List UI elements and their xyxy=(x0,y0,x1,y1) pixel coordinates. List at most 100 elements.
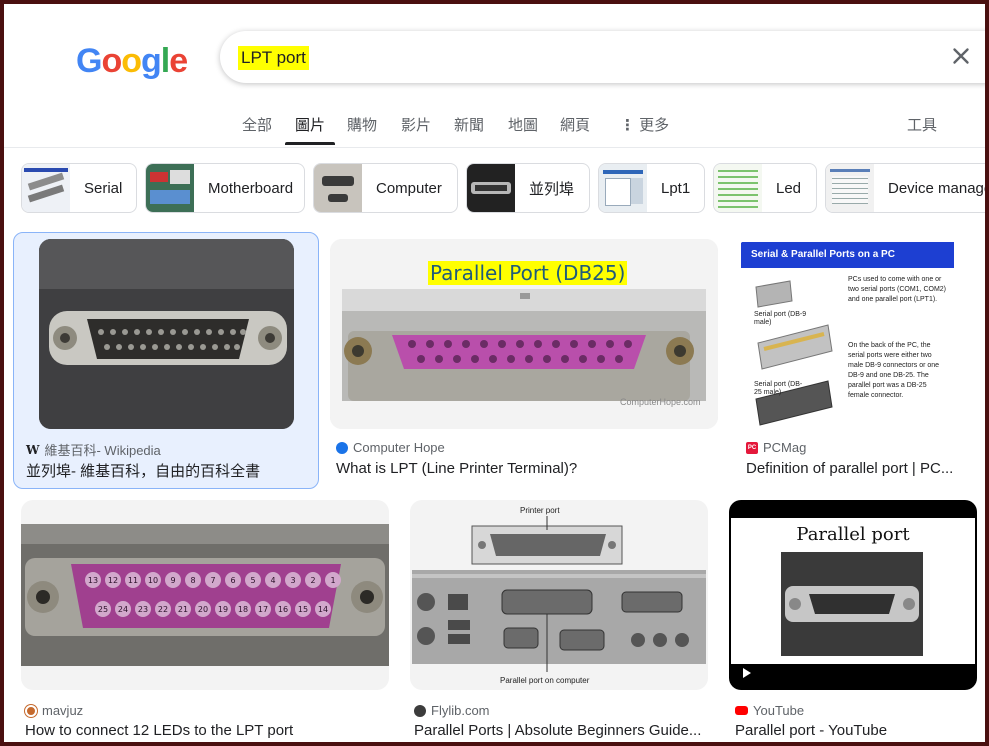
result-source-name: PCMag xyxy=(763,440,807,455)
result-card-flylib[interactable]: Printer port Parallel port on computer F… xyxy=(410,500,710,740)
search-input[interactable]: LPT port xyxy=(238,46,309,70)
chip-thumbnail xyxy=(714,164,762,212)
tab-news[interactable]: 新聞 xyxy=(454,114,484,135)
tab-images[interactable]: 圖片 xyxy=(284,114,336,145)
result-title[interactable]: Definition of parallel port | PC... xyxy=(746,460,958,477)
image-body-text: PCs used to come with one or two serial … xyxy=(848,276,947,303)
chip-thumbnail xyxy=(826,164,874,212)
logo-letter: o xyxy=(121,42,142,80)
mavjuz-icon xyxy=(25,704,37,717)
logo-letter: g xyxy=(141,42,162,80)
result-title[interactable]: Parallel port - YouTube xyxy=(735,722,975,739)
pin-label: 7 xyxy=(210,576,215,585)
pin-label: 4 xyxy=(270,576,275,585)
chip-label: Serial xyxy=(84,179,123,197)
pin-label: 24 xyxy=(118,605,128,614)
chip-thumbnail xyxy=(467,164,515,212)
chip-motherboard[interactable]: Motherboard xyxy=(145,163,305,213)
result-source-name: YouTube xyxy=(753,703,805,718)
result-card-computerhope[interactable]: Parallel Port (DB25) ComputerHope.com Co… xyxy=(330,239,720,479)
chip-device-manager[interactable]: Device manager xyxy=(825,163,985,213)
result-source: W 維基百科- Wikipedia xyxy=(26,440,161,459)
chip-serial[interactable]: Serial xyxy=(21,163,137,213)
logo-letter: o xyxy=(101,42,122,80)
pin-label: 10 xyxy=(148,576,158,585)
pin-label: 22 xyxy=(158,605,168,614)
tab-all[interactable]: 全部 xyxy=(242,114,272,135)
result-source-name: 維基百科- Wikipedia xyxy=(44,443,161,458)
chip-thumbnail xyxy=(314,164,362,212)
image-label-serial-db25: Serial port (DB-25 male) xyxy=(754,381,803,396)
result-image[interactable]: Parallel port xyxy=(729,500,977,690)
chip-computer[interactable]: Computer xyxy=(313,163,458,213)
result-source: YouTube xyxy=(735,703,804,718)
pin-label: 11 xyxy=(128,576,138,585)
result-image[interactable]: Serial & Parallel Ports on a PC Serial p… xyxy=(738,239,960,429)
result-source-name: Computer Hope xyxy=(353,440,445,455)
result-title[interactable]: 並列埠- 維基百科，自由的百科全書 xyxy=(26,460,311,481)
pin-label: 18 xyxy=(238,605,248,614)
result-image[interactable] xyxy=(39,239,294,429)
result-source-name: mavjuz xyxy=(42,703,84,718)
result-card-pcmag[interactable]: Serial & Parallel Ports on a PC Serial p… xyxy=(738,239,968,479)
result-source: Computer Hope xyxy=(336,440,445,455)
tab-videos[interactable]: 影片 xyxy=(401,114,431,135)
image-label-serial-db9: Serial port (DB-9 male) xyxy=(754,311,807,326)
result-card-youtube[interactable]: Parallel port YouTube Parallel port - Yo… xyxy=(729,500,979,740)
chip-label: Lpt1 xyxy=(661,179,691,197)
pin-label: 13 xyxy=(88,576,98,585)
result-title[interactable]: What is LPT (Line Printer Terminal)? xyxy=(336,460,716,477)
logo-letter: l xyxy=(160,42,171,80)
result-image[interactable]: 13 12 11 10 9 8 7 6 5 4 3 2 1 25 24 23 2 xyxy=(21,500,389,690)
google-logo[interactable]: Google xyxy=(76,42,188,81)
result-title[interactable]: Parallel Ports | Absolute Beginners Guid… xyxy=(414,722,704,739)
computerhope-icon xyxy=(336,441,348,454)
chip-label: 並列埠 xyxy=(529,180,575,198)
pin-label: 15 xyxy=(298,605,308,614)
pin-label: 9 xyxy=(170,576,175,585)
tab-more[interactable]: ⋮ 更多 xyxy=(620,114,669,135)
tab-web[interactable]: 網頁 xyxy=(560,114,590,135)
chip-label: Led xyxy=(776,179,802,197)
result-card-wikipedia[interactable]: W 維基百科- Wikipedia 並列埠- 維基百科，自由的百科全書 xyxy=(24,239,314,481)
logo-letter: e xyxy=(169,42,188,80)
pin-label: 2 xyxy=(310,576,315,585)
pin-label: 6 xyxy=(230,576,235,585)
pin-label: 5 xyxy=(250,576,255,585)
chip-thumbnail xyxy=(599,164,647,212)
tab-maps[interactable]: 地圖 xyxy=(508,114,538,135)
tab-more-label: 更多 xyxy=(639,117,670,134)
pcmag-icon: PC xyxy=(746,441,758,454)
more-vert-icon: ⋮ xyxy=(620,117,635,134)
result-source: mavjuz xyxy=(25,703,83,718)
image-watermark: ComputerHope.com xyxy=(620,397,701,407)
chip-label: Device manager xyxy=(888,179,985,197)
pin-label: 20 xyxy=(198,605,208,614)
pin-label: 25 xyxy=(98,605,108,614)
result-title[interactable]: How to connect 12 LEDs to the LPT port xyxy=(25,722,385,739)
logo-letter: G xyxy=(76,42,102,80)
image-label-parallel-port: Parallel port on computer xyxy=(500,676,590,685)
image-caption: Parallel Port (DB25) xyxy=(428,261,628,285)
pin-label: 19 xyxy=(218,605,228,614)
search-box[interactable]: LPT port xyxy=(220,31,985,83)
pin-label: 23 xyxy=(138,605,148,614)
result-image[interactable]: Printer port Parallel port on computer xyxy=(410,500,708,690)
chip-lpt1[interactable]: Lpt1 xyxy=(598,163,705,213)
result-card-mavjuz[interactable]: 13 12 11 10 9 8 7 6 5 4 3 2 1 25 24 23 2 xyxy=(21,500,391,740)
chip-label: Computer xyxy=(376,179,442,197)
chip-parallel-port[interactable]: 並列埠 xyxy=(466,163,590,213)
pin-label: 21 xyxy=(178,605,188,614)
tools-button[interactable]: 工具 xyxy=(907,114,937,135)
tab-shopping[interactable]: 購物 xyxy=(347,114,377,135)
chip-led[interactable]: Led xyxy=(713,163,817,213)
chip-thumbnail xyxy=(146,164,194,212)
pin-label: 14 xyxy=(318,605,328,614)
flylib-icon xyxy=(414,704,426,717)
result-source: PC PCMag xyxy=(746,440,806,455)
result-source-name: Flylib.com xyxy=(431,703,490,718)
pin-label: 1 xyxy=(330,576,335,585)
result-image[interactable]: Parallel Port (DB25) ComputerHope.com xyxy=(330,239,718,429)
clear-search-icon[interactable] xyxy=(948,43,974,69)
chip-label: Motherboard xyxy=(208,179,294,197)
